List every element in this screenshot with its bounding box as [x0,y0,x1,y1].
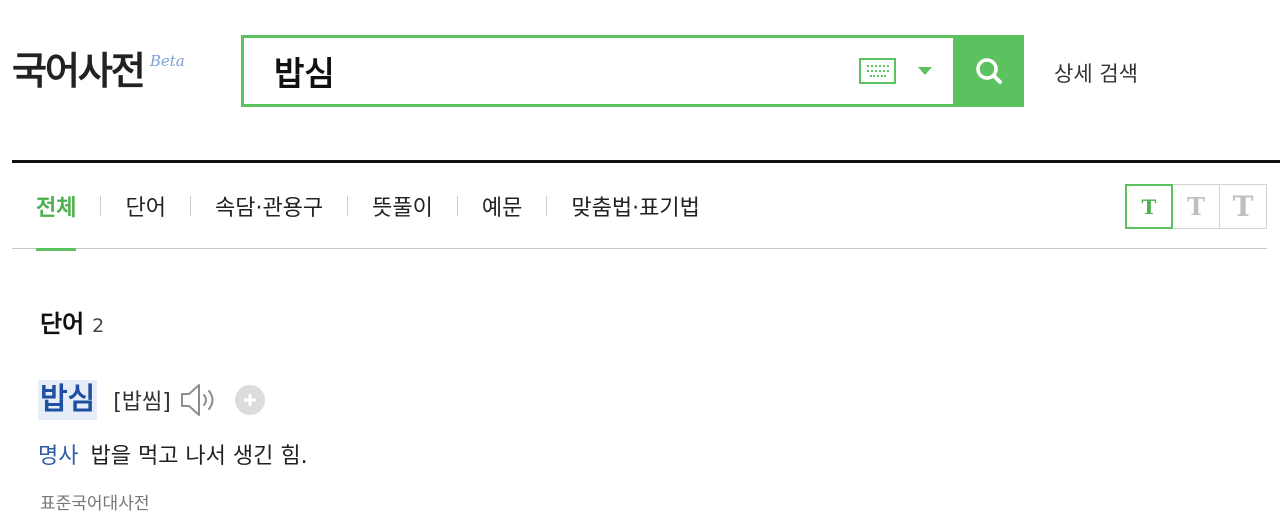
definition-text: 밥을 먹고 나서 생긴 힘. [90,444,308,469]
tab-separator [189,196,191,216]
search-input[interactable] [244,38,859,104]
tab-spelling[interactable]: 맞춤법·표기법 [571,163,699,249]
tab-word[interactable]: 단어 [125,163,165,249]
tab-separator [100,196,102,216]
pronunciation: [밥씸] [113,390,171,415]
font-size-small-button[interactable]: T [1125,184,1173,229]
result-count: 2 [92,315,105,337]
add-to-wordbook-button[interactable] [234,385,265,415]
tab-all[interactable]: 전체 [36,163,77,251]
keyboard-icon[interactable] [859,58,896,84]
beta-badge: Beta [149,52,185,70]
entry-word-link[interactable]: 밥심 [38,380,98,420]
tab-separator [546,196,548,216]
search-box [241,35,1024,107]
entry-head: 밥심 [밥씸] [38,380,265,420]
section-label: 단어 [40,310,85,338]
speaker-icon[interactable] [179,381,219,419]
part-of-speech: 명사 [38,444,79,469]
font-size-medium-button[interactable]: T [1172,184,1220,229]
plus-icon [243,394,256,406]
detail-search-link[interactable]: 상세 검색 [1054,58,1138,88]
tab-meaning[interactable]: 뜻풀이 [372,163,433,249]
logo-text: 국어사전 [12,49,146,93]
tab-bar: 전체 단어 속담·관용구 뜻풀이 예문 맞춤법·표기법 T T T [12,163,1267,251]
tab-separator [347,196,349,216]
chevron-down-icon[interactable] [918,67,932,75]
dictionary-source: 표준국어대사전 [40,494,150,514]
font-size-large-button[interactable]: T [1219,184,1267,229]
search-icon [975,58,1002,84]
tab-proverb-idiom[interactable]: 속담·관용구 [215,163,323,249]
logo[interactable]: 국어사전 Beta [12,48,185,94]
section-title: 단어 2 [40,304,104,339]
tab-example[interactable]: 예문 [482,163,522,249]
entry-definition: 명사 밥을 먹고 나서 생긴 힘. [38,438,308,470]
tab-separator [456,196,458,216]
font-size-control: T T T [1125,184,1267,229]
search-button[interactable] [953,35,1024,107]
